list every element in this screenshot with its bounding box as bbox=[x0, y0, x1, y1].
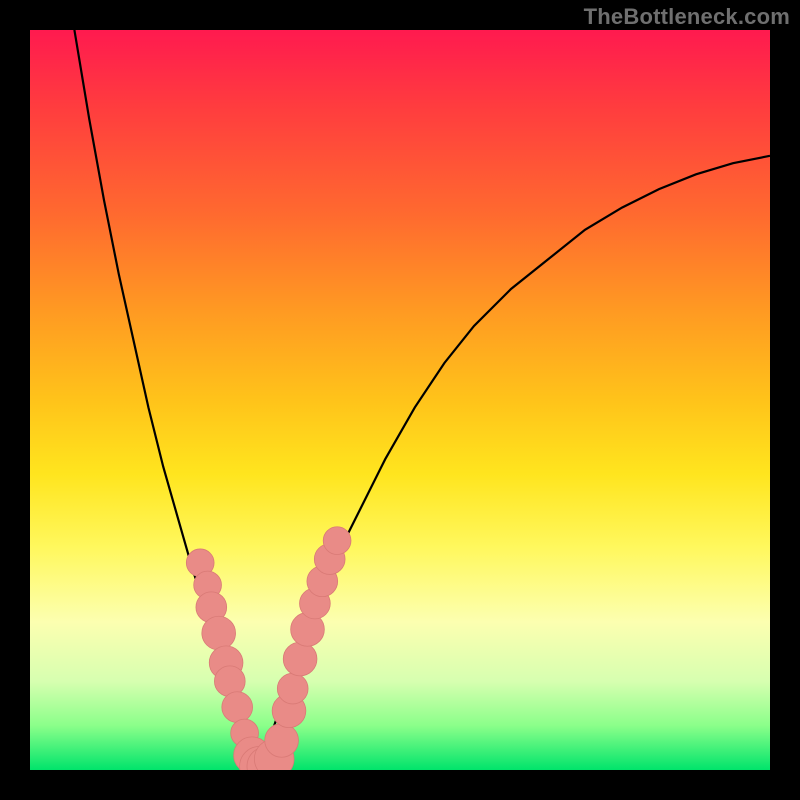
plot-area bbox=[30, 30, 770, 770]
gradient-background bbox=[30, 30, 770, 770]
chart-frame: TheBottleneck.com bbox=[0, 0, 800, 800]
watermark-text: TheBottleneck.com bbox=[584, 4, 790, 30]
